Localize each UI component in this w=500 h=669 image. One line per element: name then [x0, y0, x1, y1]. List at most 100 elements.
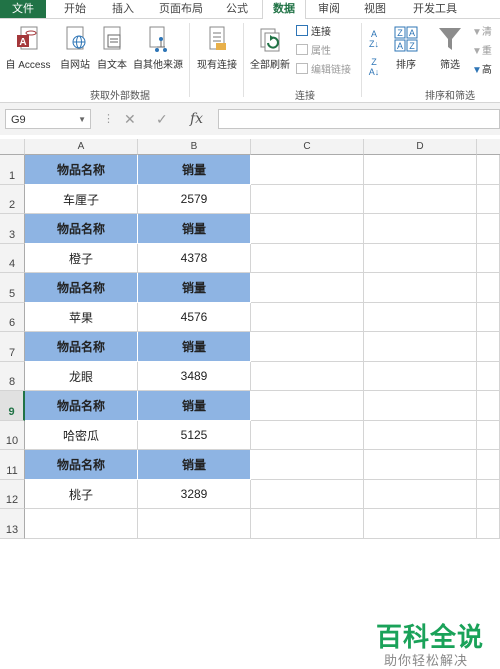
- cell[interactable]: [251, 509, 364, 539]
- cell[interactable]: [477, 244, 500, 273]
- cell[interactable]: 桃子: [25, 480, 138, 509]
- cell[interactable]: 4576: [138, 303, 251, 332]
- row-header[interactable]: 1: [0, 155, 25, 185]
- cell[interactable]: 销量: [138, 391, 251, 421]
- cell[interactable]: 销量: [138, 214, 251, 244]
- tab-review[interactable]: 审阅: [308, 0, 350, 18]
- cell[interactable]: 哈密瓜: [25, 421, 138, 450]
- cell[interactable]: [251, 214, 364, 244]
- tab-home[interactable]: 开始: [54, 0, 96, 18]
- row-header[interactable]: 9: [0, 391, 25, 421]
- chevron-down-icon[interactable]: ▼: [78, 110, 86, 130]
- tab-developer[interactable]: 开发工具: [404, 0, 466, 18]
- cell[interactable]: 物品名称: [25, 155, 138, 185]
- cell[interactable]: [364, 155, 477, 185]
- row-header[interactable]: 12: [0, 480, 25, 509]
- cell[interactable]: [251, 244, 364, 273]
- name-box[interactable]: G9 ▼: [5, 109, 91, 129]
- cell[interactable]: 3489: [138, 362, 251, 391]
- cell[interactable]: 销量: [138, 332, 251, 362]
- cell[interactable]: [477, 480, 500, 509]
- cell[interactable]: [251, 303, 364, 332]
- cell[interactable]: [364, 391, 477, 421]
- row-header[interactable]: 2: [0, 185, 25, 214]
- cell[interactable]: [251, 332, 364, 362]
- insert-function-icon[interactable]: fx: [190, 109, 203, 129]
- row-header[interactable]: 11: [0, 450, 25, 480]
- cell[interactable]: [477, 421, 500, 450]
- cell[interactable]: [477, 273, 500, 303]
- select-all-corner[interactable]: [0, 139, 25, 155]
- from-access-button[interactable]: A 自 Access: [2, 25, 54, 71]
- cell[interactable]: [364, 421, 477, 450]
- tab-data[interactable]: 数据: [262, 0, 306, 19]
- filter-button[interactable]: 筛选: [434, 25, 466, 71]
- column-header-a[interactable]: A: [25, 139, 138, 155]
- row-header[interactable]: 13: [0, 509, 25, 539]
- cell[interactable]: [477, 391, 500, 421]
- tab-insert[interactable]: 插入: [102, 0, 144, 18]
- cell[interactable]: [251, 391, 364, 421]
- cell[interactable]: [251, 362, 364, 391]
- cell[interactable]: [477, 450, 500, 480]
- cell[interactable]: 龙眼: [25, 362, 138, 391]
- edit-links-button[interactable]: 编辑链接: [296, 63, 351, 79]
- tab-page-layout[interactable]: 页面布局: [150, 0, 212, 18]
- formula-input[interactable]: [218, 109, 500, 129]
- cell[interactable]: [477, 185, 500, 214]
- from-text-button[interactable]: 自文本: [94, 25, 130, 71]
- row-header[interactable]: 7: [0, 332, 25, 362]
- cell[interactable]: [364, 480, 477, 509]
- refresh-all-button[interactable]: 全部刷新: [246, 25, 294, 71]
- column-header-e[interactable]: [477, 139, 500, 155]
- cell[interactable]: [251, 421, 364, 450]
- tab-view[interactable]: 视图: [354, 0, 396, 18]
- cell[interactable]: 3289: [138, 480, 251, 509]
- cell[interactable]: 5125: [138, 421, 251, 450]
- from-other-sources-button[interactable]: 自其他来源: [130, 25, 186, 71]
- cell[interactable]: 4378: [138, 244, 251, 273]
- worksheet-grid[interactable]: A B C D 1 物品名称 销量 2 车厘子 2579 3 物品名称 销量 4 橙子 4378 5 物品…: [0, 139, 500, 668]
- row-header[interactable]: 6: [0, 303, 25, 332]
- from-web-button[interactable]: 自网站: [56, 25, 94, 71]
- cell[interactable]: 苹果: [25, 303, 138, 332]
- cell[interactable]: 销量: [138, 155, 251, 185]
- cell[interactable]: [251, 480, 364, 509]
- cell[interactable]: [364, 185, 477, 214]
- cell[interactable]: [25, 509, 138, 539]
- sort-ascending-button[interactable]: A Z↓: [365, 29, 383, 49]
- cell[interactable]: 销量: [138, 273, 251, 303]
- sort-descending-button[interactable]: Z A↓: [365, 57, 383, 77]
- row-header[interactable]: 5: [0, 273, 25, 303]
- row-header[interactable]: 4: [0, 244, 25, 273]
- cell[interactable]: [138, 509, 251, 539]
- cell[interactable]: [364, 214, 477, 244]
- cell[interactable]: [364, 244, 477, 273]
- cell[interactable]: 物品名称: [25, 214, 138, 244]
- clear-filter-button[interactable]: ▼清: [472, 25, 492, 41]
- existing-connections-button[interactable]: 现有连接: [192, 25, 242, 71]
- tab-formulas[interactable]: 公式: [216, 0, 258, 18]
- connections-button[interactable]: 连接: [296, 25, 331, 41]
- sort-button[interactable]: Z A A Z 排序: [390, 25, 422, 71]
- cell[interactable]: 物品名称: [25, 391, 138, 421]
- column-header-b[interactable]: B: [138, 139, 251, 155]
- cell[interactable]: [364, 303, 477, 332]
- tab-file[interactable]: 文件: [0, 0, 46, 18]
- enter-check-icon[interactable]: ✓: [156, 109, 168, 129]
- cancel-icon[interactable]: ✕: [124, 109, 136, 129]
- cell[interactable]: [251, 185, 364, 214]
- cell[interactable]: [477, 155, 500, 185]
- cell[interactable]: [477, 303, 500, 332]
- column-header-d[interactable]: D: [364, 139, 477, 155]
- cell[interactable]: [364, 273, 477, 303]
- cell[interactable]: [364, 332, 477, 362]
- column-header-c[interactable]: C: [251, 139, 364, 155]
- cell[interactable]: 物品名称: [25, 332, 138, 362]
- cell[interactable]: 2579: [138, 185, 251, 214]
- row-header[interactable]: 10: [0, 421, 25, 450]
- reapply-filter-button[interactable]: ▼重: [472, 44, 492, 60]
- cell[interactable]: [251, 155, 364, 185]
- cell[interactable]: 物品名称: [25, 273, 138, 303]
- cell[interactable]: [477, 332, 500, 362]
